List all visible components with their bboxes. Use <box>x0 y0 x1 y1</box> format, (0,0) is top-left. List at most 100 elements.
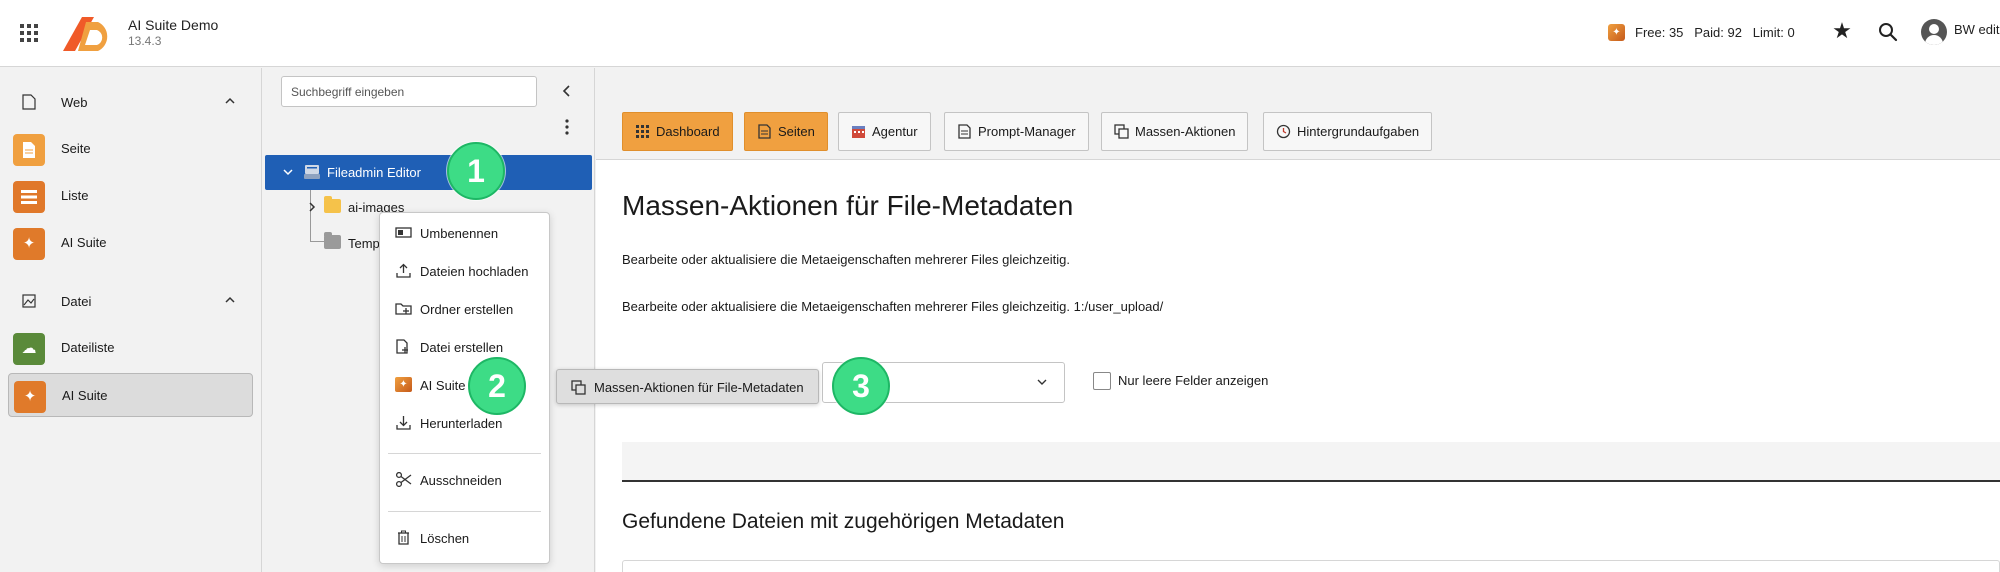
toolbar-agentur-button[interactable]: Agentur <box>838 112 931 151</box>
module-item-ai-suite-web[interactable]: ✦ AI Suite <box>8 221 253 265</box>
module-item-seite[interactable]: Seite <box>8 127 253 171</box>
module-item-ai-suite-file[interactable]: ✦ AI Suite <box>8 373 253 417</box>
app-grid-icon[interactable] <box>20 24 38 42</box>
collapse-left-icon[interactable] <box>560 84 574 98</box>
context-menu-label: Herunterladen <box>420 416 503 431</box>
image-icon <box>22 294 36 308</box>
bookmark-star-icon[interactable]: ★ <box>1830 19 1854 43</box>
chevron-up-icon[interactable] <box>224 294 236 306</box>
page-description: Bearbeite oder aktualisiere die Metaeige… <box>622 252 1071 267</box>
results-table <box>622 560 2000 572</box>
sparkle-icon: ✦ <box>395 377 412 392</box>
chevron-down-icon[interactable] <box>283 167 293 177</box>
module-group-label: Datei <box>61 294 92 309</box>
new-file-icon <box>396 339 408 354</box>
download-icon <box>396 416 411 430</box>
copy-icon <box>1114 124 1129 139</box>
chevron-right-icon[interactable] <box>307 202 317 212</box>
copy-icon <box>571 380 586 395</box>
trash-icon <box>398 530 409 545</box>
context-menu-label: Dateien hochladen <box>420 264 529 279</box>
context-menu-label: Löschen <box>420 531 470 546</box>
context-menu-divider <box>388 453 541 454</box>
context-menu-item-rename[interactable]: Umbenennen <box>380 218 549 248</box>
context-menu-item-upload[interactable]: Dateien hochladen <box>380 256 549 286</box>
toolbar-button-label: Prompt-Manager <box>978 124 1076 139</box>
toolbar-button-label: Dashboard <box>656 124 720 139</box>
tree-node-fileadmin-editor[interactable]: Fileadmin Editor <box>265 155 592 190</box>
chevron-up-icon[interactable] <box>224 95 236 107</box>
page-title: Massen-Aktionen für File-Metadaten <box>622 190 1074 221</box>
filter-area <box>622 442 2000 480</box>
user-name[interactable]: BW edit <box>1954 22 2000 37</box>
search-icon[interactable] <box>1876 20 1900 44</box>
divider <box>622 480 2000 482</box>
module-item-label: Liste <box>61 188 89 203</box>
context-menu-label: Umbenennen <box>420 226 499 241</box>
context-menu-label: Ausschneiden <box>420 473 502 488</box>
context-menu-divider <box>388 511 541 512</box>
clock-icon <box>1276 124 1291 139</box>
context-menu-item-new-folder[interactable]: Ordner erstellen <box>380 294 549 324</box>
module-item-label: Dateiliste <box>61 340 115 355</box>
context-menu-label: AI Suite <box>420 378 466 393</box>
context-menu-item-new-file[interactable]: Datei erstellen <box>380 332 549 362</box>
page-description-path: Bearbeite oder aktualisiere die Metaeige… <box>622 299 1164 314</box>
context-menu-item-cut[interactable]: Ausschneiden <box>380 465 549 495</box>
more-vertical-icon[interactable] <box>560 118 574 136</box>
rename-icon <box>395 227 412 238</box>
module-group-web[interactable]: Web <box>0 87 262 117</box>
step-marker-1: 1 <box>447 142 505 200</box>
user-avatar-icon[interactable] <box>1921 19 1947 45</box>
toolbar-dashboard-button[interactable]: Dashboard <box>622 112 733 151</box>
step-marker-2: 2 <box>468 357 526 415</box>
page-module-icon <box>13 134 45 166</box>
context-menu-label: Ordner erstellen <box>420 302 514 317</box>
submenu-label: Massen-Aktionen für File-Metadaten <box>594 380 804 395</box>
cloud-files-icon: ☁ <box>13 333 45 365</box>
toolbar-button-label: Seiten <box>778 124 815 139</box>
module-item-label: AI Suite <box>61 235 107 250</box>
scissors-icon <box>395 472 412 487</box>
app-version: 13.4.3 <box>128 34 162 48</box>
storage-icon <box>304 165 320 179</box>
module-item-dateiliste[interactable]: ☁ Dateiliste <box>8 326 253 370</box>
toolbar-massen-aktionen-button[interactable]: Massen-Aktionen <box>1101 112 1249 151</box>
ai-suite-quota-icon: ✦ <box>1608 24 1625 41</box>
toolbar-button-label: Hintergrundaufgaben <box>1297 124 1420 139</box>
module-item-label: Seite <box>61 141 91 156</box>
ai-suite-submenu-item[interactable]: Massen-Aktionen für File-Metadaten <box>556 369 819 404</box>
module-group-datei[interactable]: Datei <box>0 286 262 316</box>
page-icon <box>22 94 36 110</box>
chevron-down-icon[interactable] <box>1036 376 1048 388</box>
sparkle-icon: ✦ <box>14 381 46 413</box>
toolbar-prompt-manager-button[interactable]: Prompt-Manager <box>944 112 1089 151</box>
app-name: AI Suite Demo <box>128 17 219 33</box>
page-icon <box>758 124 771 139</box>
context-menu-label: Datei erstellen <box>420 340 504 355</box>
module-item-liste[interactable]: Liste <box>8 174 253 218</box>
module-menu: Web Seite Liste ✦ AI Suite Datei ☁ Datei… <box>0 68 262 572</box>
tree-node-label: Fileadmin Editor <box>327 165 421 180</box>
found-files-heading: Gefundene Dateien mit zugehörigen Metada… <box>622 510 1065 533</box>
module-group-label: Web <box>61 95 88 110</box>
upload-icon <box>396 263 411 278</box>
toolbar-button-label: Agentur <box>872 124 918 139</box>
toolbar-hintergrundaufgaben-button[interactable]: Hintergrundaufgaben <box>1263 112 1433 151</box>
module-item-label: AI Suite <box>62 388 108 403</box>
grid-icon <box>636 125 649 138</box>
only-empty-fields-label[interactable]: Nur leere Felder anzeigen <box>1118 373 1268 388</box>
folder-icon <box>324 196 341 213</box>
tree-search-input[interactable] <box>281 76 537 107</box>
only-empty-fields-checkbox[interactable] <box>1093 372 1111 390</box>
context-menu-item-download[interactable]: Herunterladen <box>380 408 549 438</box>
list-module-icon <box>13 181 45 213</box>
new-folder-icon <box>395 303 412 315</box>
toolbar-seiten-button[interactable]: Seiten <box>744 112 828 151</box>
context-menu-item-delete[interactable]: Löschen <box>380 523 549 553</box>
document-icon <box>958 124 971 139</box>
step-marker-3: 3 <box>832 357 890 415</box>
tree-node-label: Temp <box>348 236 380 251</box>
folder-icon <box>324 232 341 249</box>
agency-icon <box>852 126 865 138</box>
